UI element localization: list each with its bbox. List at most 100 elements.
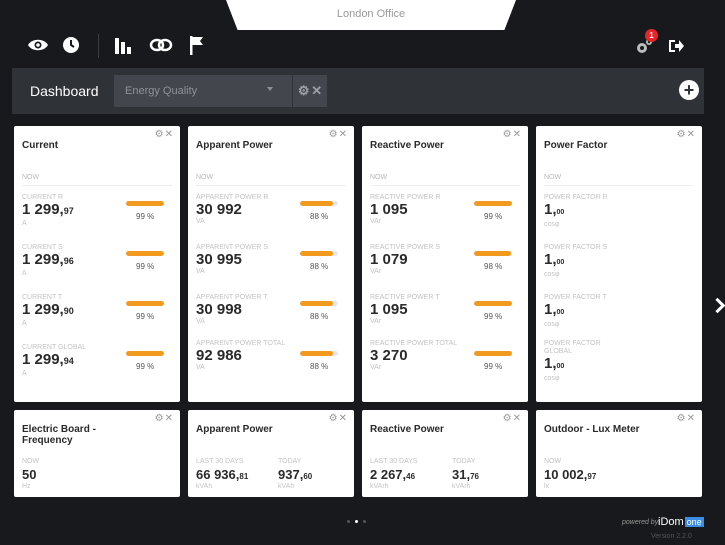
progress-bar: [474, 351, 512, 356]
metric-value: 10 002,97: [544, 467, 597, 482]
now-label: NOW: [22, 174, 40, 181]
now-label: NOW: [544, 174, 562, 181]
page-dot[interactable]: [347, 520, 350, 523]
page-title: Dashboard: [30, 83, 99, 99]
metric-value: 1,00: [544, 301, 565, 318]
eye-icon[interactable]: [27, 36, 49, 54]
metric-unit: cosφ: [544, 221, 560, 228]
metric-value: 2 267,46: [370, 467, 416, 482]
site-selector[interactable]: London Office: [226, 0, 516, 30]
widget-reactive-energy: ⚙✕ Reactive Power LAST 30 DAYS 2 267,46 …: [362, 410, 528, 497]
chevron-right-icon[interactable]: [709, 297, 725, 314]
divider: [22, 185, 172, 186]
widget-apparent-power: ⚙✕ Apparent Power NOW APPARENT POWER R 3…: [188, 126, 354, 402]
metric-row: CURRENT R 1 299,97 A 99 %: [22, 194, 172, 242]
clock-icon[interactable]: [61, 35, 81, 55]
widget-title: Apparent Power: [196, 424, 273, 435]
widget-tools[interactable]: ⚙✕: [155, 413, 174, 424]
metric-percent: 99 %: [484, 362, 503, 371]
metric-row: APPARENT POWER R 30 992 VA 88 %: [196, 194, 346, 242]
caret-down-icon: [267, 87, 273, 91]
metric-unit: kVArh: [370, 483, 389, 490]
period-label: LAST 30 DAYS: [370, 458, 418, 465]
notification-badge[interactable]: 1: [645, 29, 658, 42]
metric-row: POWER FACTOR R 1,00 cosφ: [544, 194, 694, 242]
widget-tools[interactable]: ⚙✕: [503, 413, 522, 424]
metric-unit: cosφ: [544, 375, 560, 382]
widget-reactive-power: ⚙✕ Reactive Power NOW REACTIVE POWER R 1…: [362, 126, 528, 402]
link-icon[interactable]: [148, 34, 174, 56]
period-label: TODAY: [452, 458, 476, 465]
progress-bar: [474, 301, 512, 306]
metric-percent: 88 %: [310, 362, 329, 371]
widget-power-factor: ⚙✕ Power Factor NOW POWER FACTOR R 1,00 …: [536, 126, 702, 402]
progress-bar: [300, 301, 338, 306]
metric-percent: 99 %: [136, 262, 155, 271]
divider: [544, 185, 694, 186]
widget-frequency: ⚙✕ Electric Board - Frequency NOW 50 Hz: [14, 410, 180, 497]
period-label: TODAY: [278, 458, 302, 465]
metric-label: POWER FACTOR GLOBAL: [544, 340, 601, 355]
widget-tools[interactable]: ⚙✕: [155, 129, 174, 140]
now-label: NOW: [22, 458, 40, 465]
widget-title: Current: [22, 140, 59, 151]
metric-percent: 88 %: [310, 312, 329, 321]
widget-tools[interactable]: ⚙✕: [677, 413, 696, 424]
version-label: Version 2.2.0: [651, 533, 692, 540]
progress-bar: [300, 351, 338, 356]
plus-icon[interactable]: +: [679, 80, 699, 100]
progress-bar: [474, 251, 512, 256]
site-name: London Office: [336, 8, 406, 20]
metric-value: 31,76: [452, 467, 479, 482]
metric-value: 1,00: [544, 201, 565, 218]
metric-percent: 99 %: [136, 362, 155, 371]
widget-tools[interactable]: ⚙✕: [503, 129, 522, 140]
metric-unit: lx: [544, 483, 550, 490]
metric-unit: cosφ: [544, 321, 560, 328]
metric-row: POWER FACTOR S 1,00 cosφ: [544, 244, 694, 292]
top-bar: London Office 1: [0, 0, 725, 66]
metric-unit: kVAh: [196, 483, 213, 490]
widget-tools[interactable]: ⚙✕: [329, 129, 348, 140]
widget-title: Outdoor - Lux Meter: [544, 424, 640, 435]
widget-tools[interactable]: ⚙✕: [677, 129, 696, 140]
metric-row: APPARENT POWER TOTAL 92 986 VA 88 %: [196, 340, 346, 388]
metric-value: 1,00: [544, 251, 565, 268]
metric-value: 66 936,81: [196, 467, 249, 482]
metric-label: POWER FACTOR R: [544, 194, 608, 201]
metric-unit: Hz: [22, 483, 31, 490]
flag-icon[interactable]: [186, 34, 206, 56]
metric-row: CURRENT S 1 299,96 A 99 %: [22, 244, 172, 292]
page-dot[interactable]: [363, 520, 366, 523]
dashboard-select[interactable]: Energy Quality: [114, 75, 292, 107]
now-label: NOW: [544, 458, 562, 465]
progress-bar: [300, 201, 338, 206]
page-indicator: [347, 520, 366, 523]
widget-title: Reactive Power: [370, 140, 444, 151]
powered-by: powered by: [622, 519, 659, 526]
widget-title: Electric Board - Frequency: [22, 424, 96, 446]
progress-bar: [474, 201, 512, 206]
gear-icon[interactable]: ⚙: [298, 83, 310, 99]
metric-row: POWER FACTOR GLOBAL 1,00 cosφ: [544, 340, 694, 388]
widget-apparent-energy: ⚙✕ Apparent Power LAST 30 DAYS 66 936,81…: [188, 410, 354, 497]
metric-percent: 88 %: [310, 262, 329, 271]
page-dot-active[interactable]: [355, 520, 358, 523]
bars-icon[interactable]: [112, 34, 134, 56]
metric-value: 937,60: [278, 467, 313, 482]
period-label: LAST 30 DAYS: [196, 458, 244, 465]
metric-percent: 98 %: [484, 262, 503, 271]
now-label: NOW: [196, 174, 214, 181]
widget-tools[interactable]: ⚙✕: [329, 413, 348, 424]
metric-row: CURRENT GLOBAL 1 299,94 A 99 %: [22, 344, 172, 392]
close-icon[interactable]: ✕: [311, 83, 322, 99]
logout-icon[interactable]: [666, 36, 686, 56]
metric-row: REACTIVE POWER R 1 095 VAr 99 %: [370, 194, 520, 242]
metric-row: REACTIVE POWER TOTAL 3 270 VAr 99 %: [370, 340, 520, 388]
dashboard-tools: ⚙ ✕: [293, 75, 327, 107]
metric-row: CURRENT T 1 299,90 A 99 %: [22, 294, 172, 342]
metric-percent: 99 %: [136, 312, 155, 321]
metric-row: APPARENT POWER S 30 995 VA 88 %: [196, 244, 346, 292]
progress-bar: [126, 251, 164, 256]
brand-logo: iDom one: [658, 516, 704, 528]
